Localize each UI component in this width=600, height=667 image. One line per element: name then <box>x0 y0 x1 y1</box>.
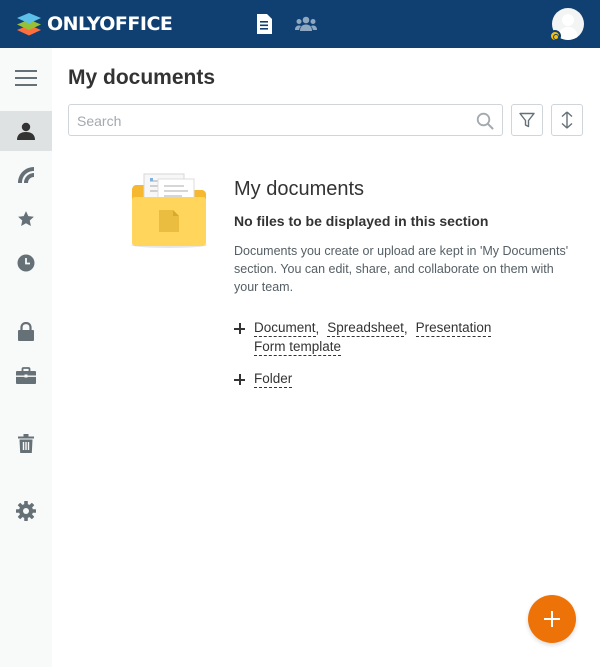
top-bar: ONLYOFFICE <box>0 0 600 48</box>
trash-icon <box>18 433 34 453</box>
sort-button[interactable] <box>551 104 583 136</box>
clock-icon <box>17 254 35 272</box>
create-presentation-link[interactable]: Presentation <box>415 320 492 337</box>
feed-icon <box>18 167 34 183</box>
sidebar-item-favorites[interactable] <box>0 199 52 239</box>
logo[interactable]: ONLYOFFICE <box>16 11 173 37</box>
briefcase-icon <box>16 366 36 384</box>
people-icon[interactable] <box>294 12 318 36</box>
create-fab-button[interactable] <box>528 595 576 643</box>
plus-icon <box>544 611 560 627</box>
page-title: My documents <box>68 66 216 89</box>
gear-icon <box>16 501 36 521</box>
plus-icon <box>234 374 245 385</box>
documents-icon[interactable] <box>252 12 276 36</box>
create-document-link[interactable]: Document <box>254 320 316 337</box>
sort-icon <box>561 111 573 129</box>
create-files-row: Document, Spreadsheet, Presentation <box>234 320 492 337</box>
sidebar-item-recent[interactable] <box>0 243 52 283</box>
empty-state-title: My documents <box>234 178 365 200</box>
empty-folder-icon <box>131 173 207 248</box>
search-field[interactable] <box>68 104 503 136</box>
sidebar <box>0 48 52 667</box>
lock-icon <box>18 321 34 341</box>
menu-icon[interactable] <box>0 58 52 98</box>
user-icon <box>17 122 35 140</box>
empty-state-description: Documents you create or upload are kept … <box>234 244 569 294</box>
empty-state-subtitle: No files to be displayed in this section <box>234 213 489 229</box>
plus-icon <box>234 323 245 334</box>
onlyoffice-logo-icon <box>17 13 41 36</box>
sidebar-item-settings[interactable] <box>0 491 52 531</box>
create-folder-row: Folder <box>234 371 293 388</box>
sidebar-item-private-room[interactable] <box>0 311 52 351</box>
sidebar-item-recent-feed[interactable] <box>0 155 52 195</box>
sidebar-item-my-documents[interactable] <box>0 111 52 151</box>
sidebar-item-trash[interactable] <box>0 423 52 463</box>
brand-name: ONLYOFFICE <box>47 13 173 35</box>
search-input[interactable] <box>77 111 467 131</box>
avatar-badge-icon <box>549 30 561 42</box>
sidebar-item-common[interactable] <box>0 355 52 395</box>
filter-icon <box>519 112 535 128</box>
star-icon <box>18 211 34 226</box>
search-icon[interactable] <box>476 112 494 130</box>
filter-button[interactable] <box>511 104 543 136</box>
create-form-row: Form template <box>254 339 342 356</box>
create-folder-link[interactable]: Folder <box>254 371 293 388</box>
create-spreadsheet-link[interactable]: Spreadsheet <box>327 320 404 337</box>
create-form-template-link[interactable]: Form template <box>254 339 342 356</box>
